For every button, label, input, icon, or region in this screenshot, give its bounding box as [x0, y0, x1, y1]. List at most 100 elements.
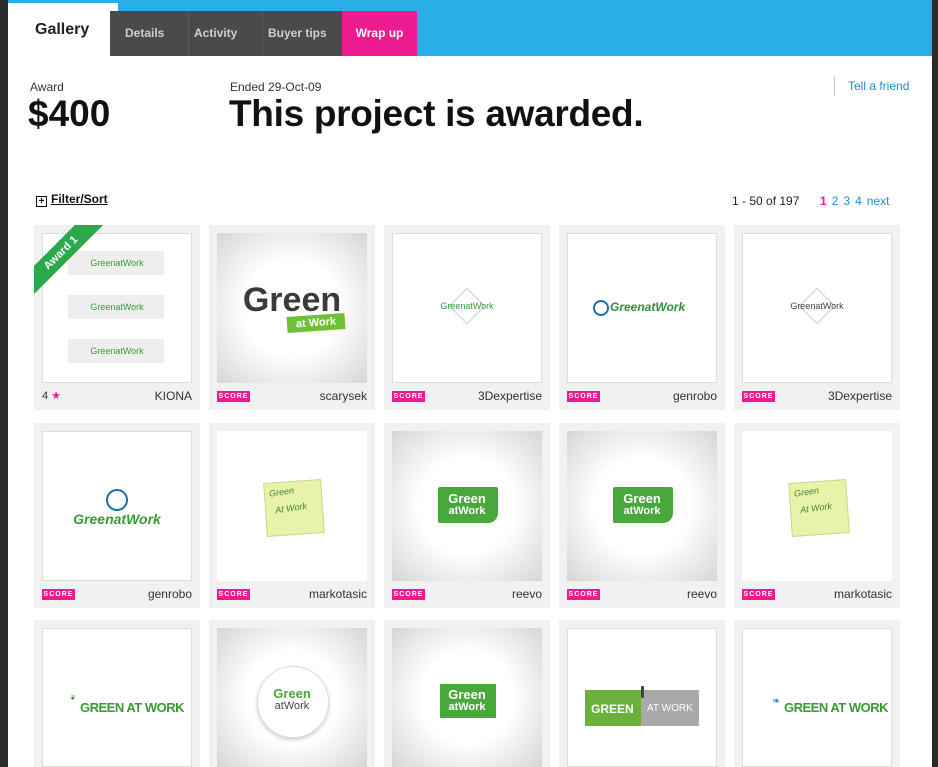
award-amount: $400	[28, 93, 111, 134]
entry-card[interactable]: Green atWork	[384, 620, 550, 767]
entry-thumbnail[interactable]: GreenatWork	[42, 431, 192, 581]
score-button[interactable]: SCORE	[392, 391, 425, 402]
designer-name[interactable]: markotasic	[309, 587, 367, 601]
entry-card[interactable]: GREEN AT WORK	[559, 620, 725, 767]
tab-wrap-up[interactable]: Wrap up	[342, 11, 417, 56]
window-right-edge	[932, 0, 938, 767]
score-button[interactable]: SCORE	[742, 391, 775, 402]
entry-card[interactable]: GreenatWork SCORE 3Dexpertise	[734, 225, 900, 410]
logo-wordmark: AT WORK	[647, 703, 693, 714]
designer-name[interactable]: reevo	[687, 587, 717, 601]
entry-card[interactable]: Green atWork SCORE reevo	[384, 423, 550, 608]
entry-thumbnail[interactable]: Green atWork	[217, 628, 367, 767]
page-link-4[interactable]: 4	[855, 194, 862, 208]
page-link-3[interactable]: 3	[843, 194, 850, 208]
entry-card[interactable]: Green atWork SCORE reevo	[559, 423, 725, 608]
entry-card[interactable]: ❦ GREEN AT WORK	[34, 620, 200, 767]
tab-details[interactable]: Details	[125, 11, 164, 56]
entry-card[interactable]: Green At Work SCORE markotasic	[734, 423, 900, 608]
logo-text: GreenatWork	[42, 346, 192, 356]
logo-wordmark: atWork	[623, 505, 661, 517]
score-button[interactable]: SCORE	[217, 391, 250, 402]
logo-tag: at Work	[286, 312, 346, 334]
entry-thumbnail[interactable]: GREEN AT WORK	[567, 628, 717, 767]
logo-wordmark: GreenatWork	[90, 302, 144, 312]
logo-wordmark: GreenatWork	[90, 346, 144, 356]
page-link-1[interactable]: 1	[820, 194, 827, 208]
logo-wordmark: atWork	[274, 700, 310, 712]
logo-wordmark: atWork	[448, 505, 486, 517]
globe-icon	[106, 489, 128, 511]
page-title: This project is awarded.	[229, 93, 644, 134]
score-button[interactable]: SCORE	[392, 589, 425, 600]
designer-name[interactable]: reevo	[512, 587, 542, 601]
entry-card[interactable]: GreenatWork SCORE genrobo	[559, 225, 725, 410]
tab-buyer-tips[interactable]: Buyer tips	[268, 11, 327, 56]
pagination: 1 2 3 4 next	[820, 194, 894, 208]
entry-card[interactable]: Green atWork	[209, 620, 375, 767]
logo-wordmark: GREEN AT WORK	[784, 700, 889, 715]
tab-gallery[interactable]: Gallery	[8, 3, 118, 56]
logo-wordmark: Green	[273, 686, 311, 701]
logo-wordmark: GreenatWork	[392, 301, 542, 311]
entry-thumbnail[interactable]: Green At Work	[742, 431, 892, 581]
feather-icon: ❧	[772, 696, 781, 707]
entry-thumbnail[interactable]: Green atWork	[392, 431, 542, 581]
designer-name[interactable]: KIONA	[155, 389, 192, 403]
logo-wordmark: GreenatWork	[610, 300, 686, 314]
score-button[interactable]: SCORE	[42, 589, 75, 600]
tab-gallery-label: Gallery	[35, 21, 90, 38]
award-ribbon-label: Award 1	[34, 225, 104, 295]
tab-activity[interactable]: Activity	[194, 11, 237, 56]
designer-name[interactable]: scarysek	[320, 389, 367, 403]
star-icon: ★	[48, 390, 62, 402]
score-button[interactable]: SCORE	[742, 589, 775, 600]
logo-wordmark: Green	[448, 687, 486, 702]
award-label: Award	[30, 80, 64, 94]
entry-card[interactable]: ❧ GREEN AT WORK	[734, 620, 900, 767]
entry-card[interactable]: Green At Work SCORE markotasic	[209, 423, 375, 608]
window-left-edge	[0, 0, 8, 767]
entry-card[interactable]: GreenatWork GreenatWork GreenatWork Awar…	[34, 225, 200, 410]
designer-name[interactable]: genrobo	[148, 587, 192, 601]
entry-thumbnail[interactable]: GreenatWork	[567, 233, 717, 383]
entry-thumbnail[interactable]: ❦ GREEN AT WORK	[42, 628, 192, 767]
logo-wordmark: Green	[448, 491, 486, 506]
entry-card[interactable]: GreenatWork SCORE genrobo	[34, 423, 200, 608]
entry-thumbnail[interactable]: Green atWork	[392, 628, 542, 767]
logo-text: GreenatWork	[42, 302, 192, 312]
logo-wordmark: GREEN	[591, 702, 634, 716]
logo-wordmark: GREEN AT WORK	[80, 700, 185, 715]
tell-a-friend-link[interactable]: Tell a friend	[834, 76, 909, 96]
entry-thumbnail[interactable]: GreenatWork	[742, 233, 892, 383]
designer-name[interactable]: genrobo	[673, 389, 717, 403]
filter-sort-label: Filter/Sort	[51, 192, 108, 206]
designer-name[interactable]: 3Dexpertise	[478, 389, 542, 403]
score-button[interactable]: SCORE	[567, 391, 600, 402]
filter-sort-toggle[interactable]: + Filter/Sort	[36, 192, 108, 207]
result-range: 1 - 50 of 197	[732, 194, 800, 208]
plus-icon: +	[36, 196, 47, 207]
award-ribbon: Award 1	[34, 225, 104, 295]
entry-thumbnail[interactable]: Green at Work	[217, 233, 367, 383]
entry-card[interactable]: GreenatWork SCORE 3Dexpertise	[384, 225, 550, 410]
next-page-link[interactable]: next	[867, 194, 890, 208]
entry-card[interactable]: Green at Work SCORE scarysek	[209, 225, 375, 410]
page-link-2[interactable]: 2	[832, 194, 839, 208]
logo-text: GreenatWork	[790, 301, 844, 311]
rating: 4 ★	[42, 389, 61, 402]
logo-wordmark: atWork	[448, 701, 486, 713]
leaf-icon: ❦	[70, 695, 76, 702]
logo-wordmark: GreenatWork	[742, 301, 892, 311]
tab-divider	[188, 11, 189, 56]
entry-thumbnail[interactable]: GreenatWork	[392, 233, 542, 383]
designer-name[interactable]: markotasic	[834, 587, 892, 601]
designer-name[interactable]: 3Dexpertise	[828, 389, 892, 403]
entry-thumbnail[interactable]: Green At Work	[217, 431, 367, 581]
score-button[interactable]: SCORE	[217, 589, 250, 600]
paperclip-icon	[641, 686, 644, 698]
score-button[interactable]: SCORE	[567, 589, 600, 600]
logo-wordmark: GreenatWork	[73, 511, 161, 527]
entry-thumbnail[interactable]: ❧ GREEN AT WORK	[742, 628, 892, 767]
entry-thumbnail[interactable]: Green atWork	[567, 431, 717, 581]
